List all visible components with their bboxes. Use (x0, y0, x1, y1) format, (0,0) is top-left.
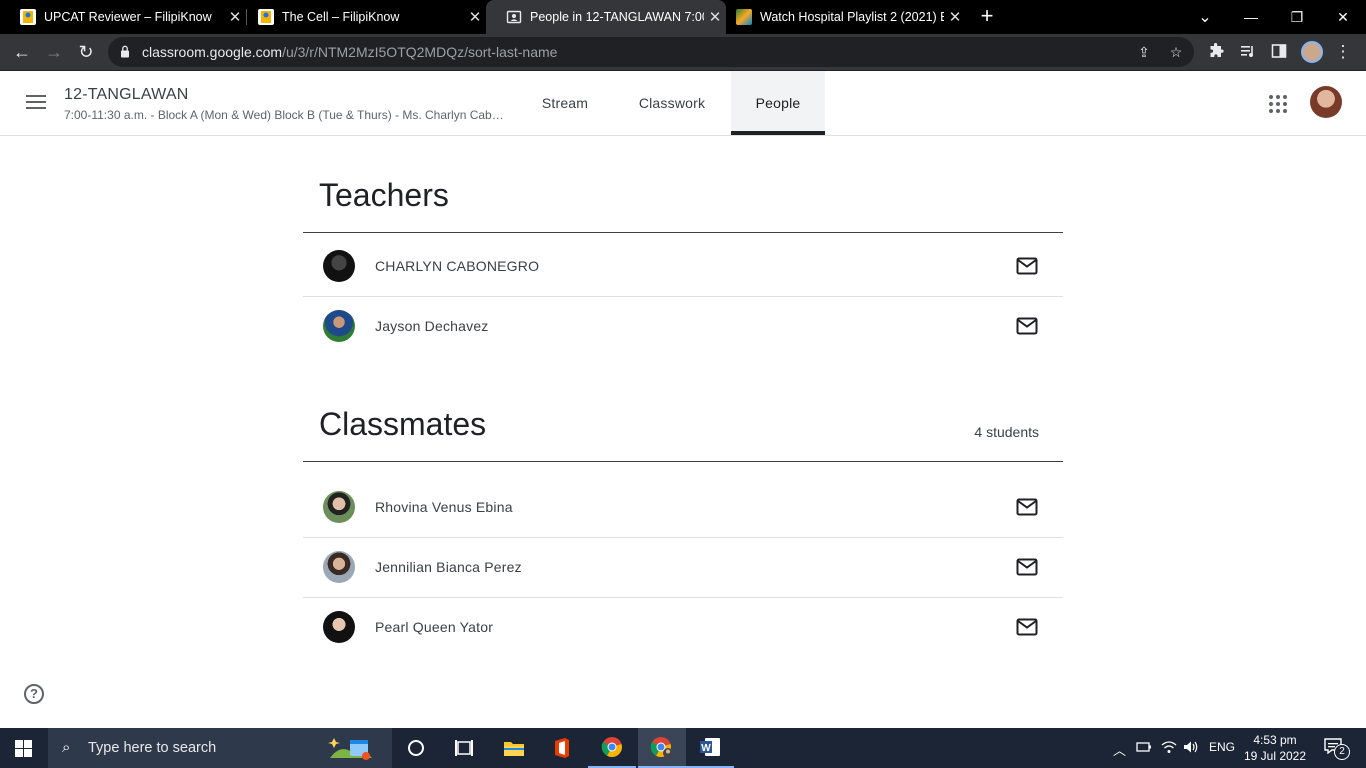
restore-button[interactable]: ❐ (1274, 0, 1320, 34)
notifications-icon[interactable]: 2 (1324, 738, 1350, 760)
cortana-icon[interactable] (392, 728, 440, 768)
close-tab-icon[interactable]: ✕ (944, 8, 966, 26)
person-name: Jennilian Bianca Perez (375, 559, 522, 575)
lock-icon[interactable] (120, 45, 130, 58)
email-icon[interactable] (1016, 317, 1038, 335)
minimize-button[interactable]: — (1228, 0, 1274, 34)
taskbar-search-box[interactable]: ⌕ Type here to search (48, 728, 392, 768)
classroom-icon (506, 9, 522, 25)
email-icon[interactable] (1016, 618, 1038, 636)
classmate-row: Jennilian Bianca Perez (303, 538, 1063, 598)
email-icon[interactable] (1016, 257, 1038, 275)
extensions-puzzle-icon[interactable] (1207, 42, 1225, 61)
filipiknow-icon (258, 9, 274, 25)
browser-tab-upcat[interactable]: UPCAT Reviewer – FilipiKnow ✕ (0, 0, 246, 34)
person-name: Rhovina Venus Ebina (375, 499, 513, 515)
profile-avatar[interactable] (1301, 41, 1323, 63)
classroom-header: 12-TANGLAWAN 7:00-11:30 a.m. - Block A (… (0, 71, 1366, 136)
email-icon[interactable] (1016, 498, 1038, 516)
tab-title: People in 12-TANGLAWAN 7:00- (530, 10, 704, 24)
classmate-row: Pearl Queen Yator (303, 598, 1063, 658)
chrome-profile-icon[interactable] (638, 728, 686, 768)
video-site-icon (736, 9, 752, 25)
side-panel-icon[interactable] (1270, 43, 1288, 61)
back-arrow-icon[interactable]: ← (10, 40, 34, 64)
filipiknow-icon (20, 9, 36, 25)
input-language[interactable]: ENG (1209, 740, 1235, 754)
tab-title: The Cell – FilipiKnow (282, 10, 400, 24)
address-bar[interactable]: classroom.google.com/u/3/r/NTM2MzI5OTQ2M… (108, 37, 1194, 67)
word-icon[interactable]: W (686, 728, 734, 768)
file-explorer-icon[interactable] (490, 728, 538, 768)
student-count: 4 students (974, 424, 1039, 440)
google-apps-icon[interactable] (1269, 95, 1287, 113)
url-text[interactable]: classroom.google.com/u/3/r/NTM2MzI5OTQ2M… (142, 44, 557, 60)
tab-title: Watch Hospital Playlist 2 (2021) E (760, 10, 944, 24)
account-avatar[interactable] (1310, 86, 1342, 118)
share-icon[interactable]: ⇪ (1136, 44, 1152, 60)
search-icon: ⌕ (62, 739, 71, 756)
battery-icon[interactable] (1136, 740, 1152, 757)
show-hidden-icons-chevron-icon[interactable]: ︿ (1113, 740, 1126, 759)
notification-count-badge: 2 (1334, 744, 1350, 760)
clock-date: 19 Jul 2022 (1243, 749, 1307, 763)
teachers-heading: Teachers (319, 177, 449, 213)
url-path: /u/3/r/NTM2MzI5OTQ2MDQz/sort-last-name (282, 44, 558, 60)
browser-tab-the-cell[interactable]: The Cell – FilipiKnow ✕ (238, 0, 486, 34)
avatar (323, 310, 355, 342)
volume-icon[interactable] (1183, 740, 1199, 757)
browser-tab-people[interactable]: People in 12-TANGLAWAN 7:00- ✕ (486, 0, 726, 34)
section-divider (303, 232, 1063, 233)
url-host: classroom.google.com (142, 44, 283, 60)
avatar (323, 611, 355, 643)
tab-people[interactable]: People (731, 71, 825, 135)
close-tab-icon[interactable]: ✕ (464, 8, 486, 26)
avatar (323, 250, 355, 282)
forward-arrow-icon[interactable]: → (42, 40, 66, 64)
bookmark-star-icon[interactable]: ☆ (1168, 44, 1184, 60)
new-tab-button[interactable]: + (976, 5, 998, 27)
search-placeholder: Type here to search (88, 740, 217, 756)
windows-start-icon[interactable] (15, 740, 32, 757)
teacher-row: CHARLYN CABONEGRO (303, 237, 1063, 297)
avatar (323, 551, 355, 583)
tab-classwork[interactable]: Classwork (620, 71, 724, 135)
teacher-row: Jayson Dechavez (303, 297, 1063, 357)
browser-tab-hospital-playlist[interactable]: Watch Hospital Playlist 2 (2021) E ✕ (716, 0, 966, 34)
tab-stream[interactable]: Stream (524, 71, 606, 135)
task-view-icon[interactable] (440, 728, 488, 768)
reload-icon[interactable]: ↻ (74, 40, 98, 64)
taskbar-clock[interactable]: 4:53 pm 19 Jul 2022 (1240, 732, 1310, 764)
person-name: Pearl Queen Yator (375, 619, 494, 635)
search-highlight-illustration-icon (328, 738, 372, 760)
chrome-icon[interactable] (588, 728, 636, 768)
section-divider (303, 461, 1063, 462)
email-icon[interactable] (1016, 558, 1038, 576)
close-window-button[interactable]: ✕ (1320, 0, 1366, 34)
person-name: CHARLYN CABONEGRO (375, 258, 540, 274)
class-subtitle: 7:00-11:30 a.m. - Block A (Mon & Wed) Bl… (64, 108, 504, 122)
windows-taskbar: ⌕ Type here to search W ︿ ENG 4:53 pm 19… (0, 728, 1366, 768)
clock-time: 4:53 pm (1253, 733, 1297, 747)
help-icon[interactable]: ? (24, 684, 44, 704)
office-icon[interactable] (538, 728, 586, 768)
media-queue-icon[interactable] (1239, 43, 1257, 61)
avatar (323, 491, 355, 523)
tab-title: UPCAT Reviewer – FilipiKnow (44, 10, 212, 24)
classmate-row: Rhovina Venus Ebina (303, 478, 1063, 538)
person-name: Jayson Dechavez (375, 318, 489, 334)
main-menu-icon[interactable] (26, 95, 46, 109)
class-title[interactable]: 12-TANGLAWAN (64, 86, 189, 104)
classmates-heading: Classmates (319, 406, 487, 442)
menu-kebab-icon[interactable]: ⋮ (1334, 43, 1352, 61)
tab-search-icon[interactable]: ⌄ (1182, 0, 1228, 34)
wifi-icon[interactable] (1161, 740, 1177, 757)
browser-toolbar: ← → ↻ classroom.google.com/u/3/r/NTM2MzI… (0, 34, 1366, 71)
svg-text:W: W (701, 743, 711, 754)
browser-tab-strip: UPCAT Reviewer – FilipiKnow ✕ The Cell –… (0, 0, 1366, 34)
